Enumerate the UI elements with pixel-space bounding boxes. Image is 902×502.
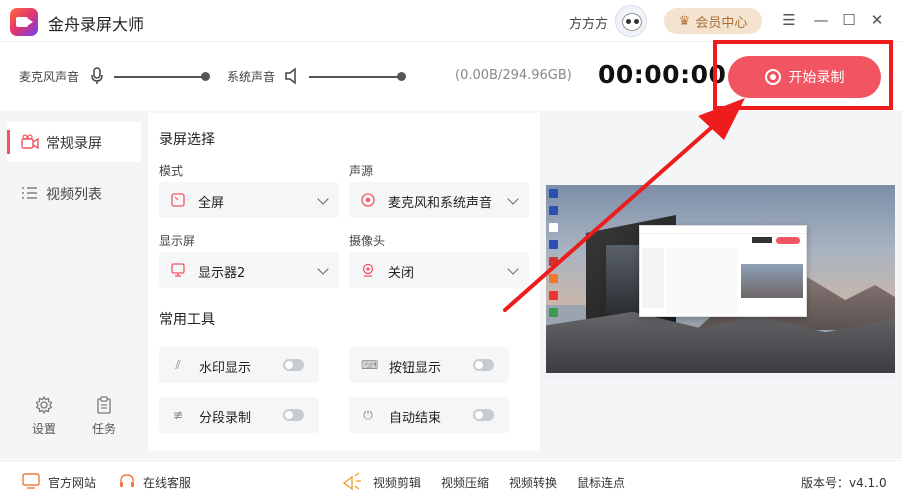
version-label: 版本号：v4.1.0 xyxy=(801,476,887,490)
tool-label: 按钮显示 xyxy=(389,361,442,376)
website-icon xyxy=(22,473,40,489)
settings-panel: 录屏选择 模式 全屏 声源 麦克风和系统声音 显示屏 显示器2 摄像头 关闭 常… xyxy=(148,113,540,451)
chevron-down-icon xyxy=(507,263,519,275)
segment-icon: ≢ xyxy=(172,408,184,422)
chevron-down-icon xyxy=(317,263,329,275)
menu-icon[interactable]: ☰ xyxy=(778,9,800,31)
clipboard-icon xyxy=(97,396,111,414)
watermark-toggle[interactable] xyxy=(283,359,304,371)
chevron-down-icon xyxy=(507,193,519,205)
tool-label: 自动结束 xyxy=(389,411,442,426)
official-website-link[interactable]: 官方网站 xyxy=(48,474,96,491)
app-logo-icon xyxy=(10,8,38,36)
video-camera-icon xyxy=(21,134,39,150)
monitor-icon xyxy=(171,263,185,277)
power-icon: ⏻ xyxy=(363,408,373,422)
maximize-icon[interactable]: ☐ xyxy=(838,9,860,31)
chevron-down-icon xyxy=(317,193,329,205)
auto-stop-tool[interactable]: ⏻ 自动结束 xyxy=(349,397,509,433)
vip-center-button[interactable]: ♛ 会员中心 xyxy=(664,8,762,34)
title-bar: 金舟录屏大师 方方方 ♛ 会员中心 ☰ — ☐ ✕ xyxy=(0,0,902,42)
tasks-button[interactable]: 任务 xyxy=(84,396,124,437)
segment-record-tool[interactable]: ≢ 分段录制 xyxy=(159,397,319,433)
tool-label: 水印显示 xyxy=(199,361,252,376)
camera-select[interactable]: 关闭 xyxy=(349,252,529,288)
list-icon xyxy=(22,187,37,199)
sidebar-item-label: 视频列表 xyxy=(46,187,102,203)
camera-value: 关闭 xyxy=(388,266,415,281)
record-timer: 00:00:00 xyxy=(598,60,727,89)
start-record-label: 开始录制 xyxy=(788,70,845,86)
screen-selection-title: 录屏选择 xyxy=(159,132,215,148)
mic-volume-handle[interactable] xyxy=(201,72,210,81)
webcam-icon xyxy=(362,263,374,277)
settings-label: 设置 xyxy=(31,422,56,436)
video-edit-link[interactable]: 视频剪辑 xyxy=(373,474,421,491)
display-label: 显示屏 xyxy=(159,234,196,248)
system-volume-slider[interactable] xyxy=(309,76,401,78)
tool-label: 分段录制 xyxy=(199,411,252,426)
display-value: 显示器2 xyxy=(198,266,246,281)
sidebar-item-video-list[interactable]: 视频列表 xyxy=(7,173,141,213)
button-display-toggle[interactable] xyxy=(473,359,494,371)
watermark-icon: ⫽ xyxy=(175,358,181,372)
preview-taskbar xyxy=(546,373,895,380)
crown-icon: ♛ xyxy=(678,13,691,29)
mic-volume-slider[interactable] xyxy=(114,76,206,78)
tasks-label: 任务 xyxy=(91,422,116,436)
username[interactable]: 方方方 xyxy=(569,13,608,32)
auto-clicker-link[interactable]: 鼠标连点 xyxy=(577,474,625,491)
desktop-icons xyxy=(549,189,561,325)
button-display-tool[interactable]: ⌨ 按钮显示 xyxy=(349,347,509,383)
keyboard-icon: ⌨ xyxy=(361,358,379,372)
footer-bar: 官方网站 在线客服 视频剪辑 视频压缩 视频转换 鼠标连点 版本号：v4.1.0 xyxy=(0,460,902,502)
sidebar-item-regular-record[interactable]: 常规录屏 xyxy=(7,122,141,162)
online-support-link[interactable]: 在线客服 xyxy=(143,474,191,491)
app-title: 金舟录屏大师 xyxy=(48,15,145,34)
auto-stop-toggle[interactable] xyxy=(473,409,494,421)
system-volume-handle[interactable] xyxy=(397,72,406,81)
avatar[interactable] xyxy=(615,5,647,37)
megaphone-icon xyxy=(342,472,361,491)
audio-source-label: 声源 xyxy=(349,164,374,178)
mode-value: 全屏 xyxy=(198,196,225,211)
video-compress-link[interactable]: 视频压缩 xyxy=(441,474,489,491)
headset-icon xyxy=(120,474,134,487)
mode-select[interactable]: 全屏 xyxy=(159,182,339,218)
close-icon[interactable]: ✕ xyxy=(866,9,888,31)
watermark-tool[interactable]: ⫽ 水印显示 xyxy=(159,347,319,383)
vip-center-label: 会员中心 xyxy=(695,15,748,31)
segment-record-toggle[interactable] xyxy=(283,409,304,421)
mic-volume-label: 麦克风声音 xyxy=(19,70,80,84)
audio-source-icon xyxy=(361,193,375,207)
microphone-icon[interactable] xyxy=(89,67,105,85)
mode-label: 模式 xyxy=(159,164,184,178)
video-convert-link[interactable]: 视频转换 xyxy=(509,474,557,491)
record-icon xyxy=(764,69,781,85)
camera-label: 摄像头 xyxy=(349,234,386,248)
screen-preview xyxy=(546,185,895,380)
common-tools-title: 常用工具 xyxy=(159,312,215,328)
sidebar-item-label: 常规录屏 xyxy=(46,136,102,152)
audio-source-value: 麦克风和系统声音 xyxy=(388,196,493,211)
system-volume-label: 系统声音 xyxy=(227,70,276,84)
start-record-button[interactable]: 开始录制 xyxy=(728,56,881,98)
speaker-icon[interactable] xyxy=(284,67,300,85)
gear-icon xyxy=(35,396,53,414)
preview-app-window xyxy=(639,225,807,317)
audio-source-select[interactable]: 麦克风和系统声音 xyxy=(349,182,529,218)
minimize-icon[interactable]: — xyxy=(810,9,832,31)
fullscreen-icon xyxy=(171,193,185,207)
storage-info: (0.00B/294.96GB) xyxy=(455,68,572,83)
display-select[interactable]: 显示器2 xyxy=(159,252,339,288)
settings-button[interactable]: 设置 xyxy=(24,396,64,437)
